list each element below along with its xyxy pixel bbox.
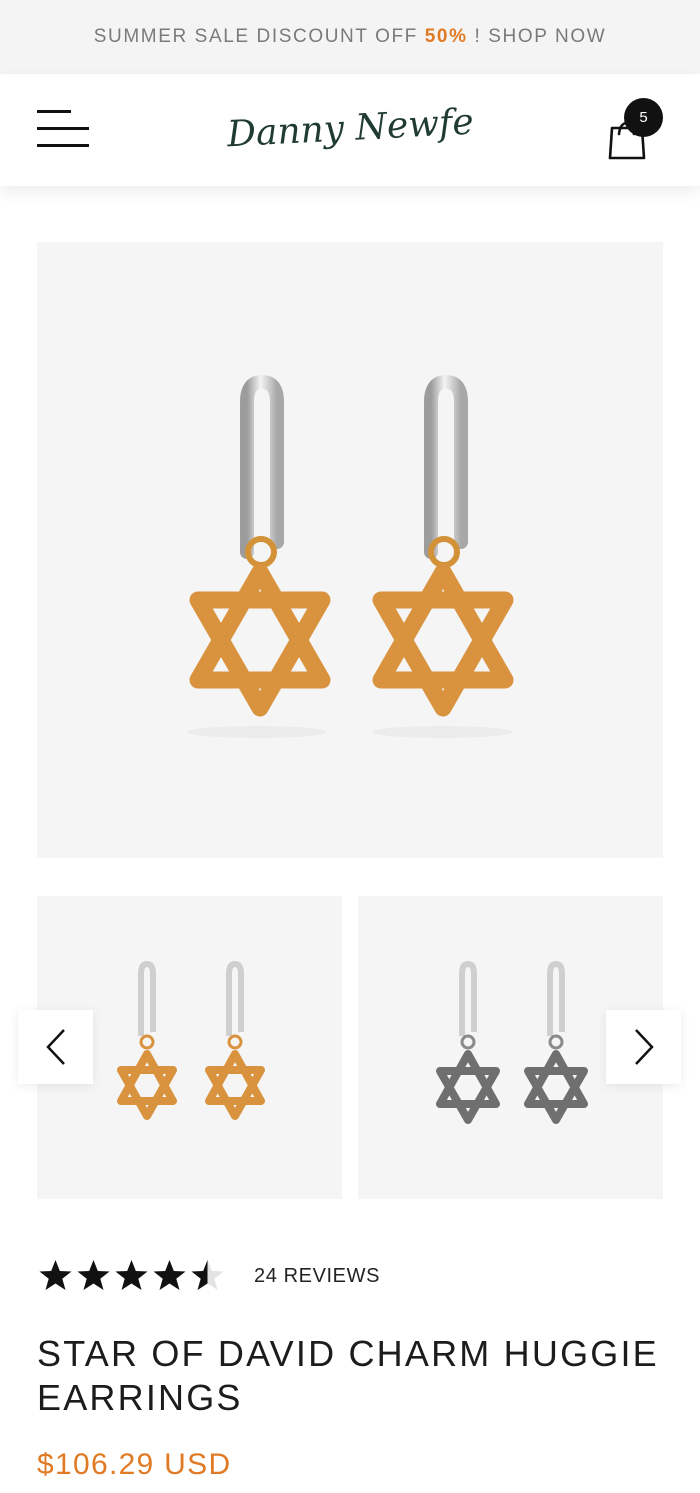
earrings-image bbox=[187, 374, 514, 738]
gallery-prev-button[interactable] bbox=[18, 1010, 93, 1084]
star-icon bbox=[113, 1258, 150, 1294]
gallery-next-button[interactable] bbox=[606, 1010, 681, 1084]
announcement-discount: 50% bbox=[424, 26, 468, 47]
cart-button[interactable]: 5 bbox=[604, 98, 670, 164]
star-icon bbox=[75, 1258, 112, 1294]
chevron-right-icon bbox=[634, 1029, 654, 1065]
site-header: Danny Newfeld 5 bbox=[0, 74, 700, 186]
announcement-prefix: SUMMER SALE DISCOUNT OFF bbox=[93, 26, 425, 47]
star-icon bbox=[37, 1258, 74, 1294]
star-icon bbox=[151, 1258, 188, 1294]
star-icon bbox=[189, 1258, 226, 1294]
brand-logo[interactable]: Danny Newfeld bbox=[225, 98, 509, 160]
announcement-bar[interactable]: SUMMER SALE DISCOUNT OFF 50% ! SHOP NOW bbox=[0, 0, 700, 74]
main-product-image[interactable] bbox=[37, 242, 663, 858]
hamburger-menu-icon bbox=[37, 110, 89, 147]
product-price: $106.29 USD bbox=[37, 1448, 232, 1481]
star-rating bbox=[37, 1258, 226, 1294]
cart-count-badge: 5 bbox=[624, 98, 663, 137]
announcement-suffix: ! SHOP NOW bbox=[467, 26, 607, 47]
product-title: STAR OF DAVID CHARM HUGGIE EARRINGS bbox=[37, 1333, 659, 1418]
menu-button[interactable] bbox=[36, 108, 90, 150]
reviews-count[interactable]: 24 REVIEWS bbox=[254, 1265, 380, 1288]
chevron-left-icon bbox=[45, 1029, 65, 1065]
svg-text:Danny Newfeld: Danny Newfeld bbox=[225, 100, 475, 156]
product-rating[interactable]: 24 REVIEWS bbox=[37, 1256, 380, 1296]
